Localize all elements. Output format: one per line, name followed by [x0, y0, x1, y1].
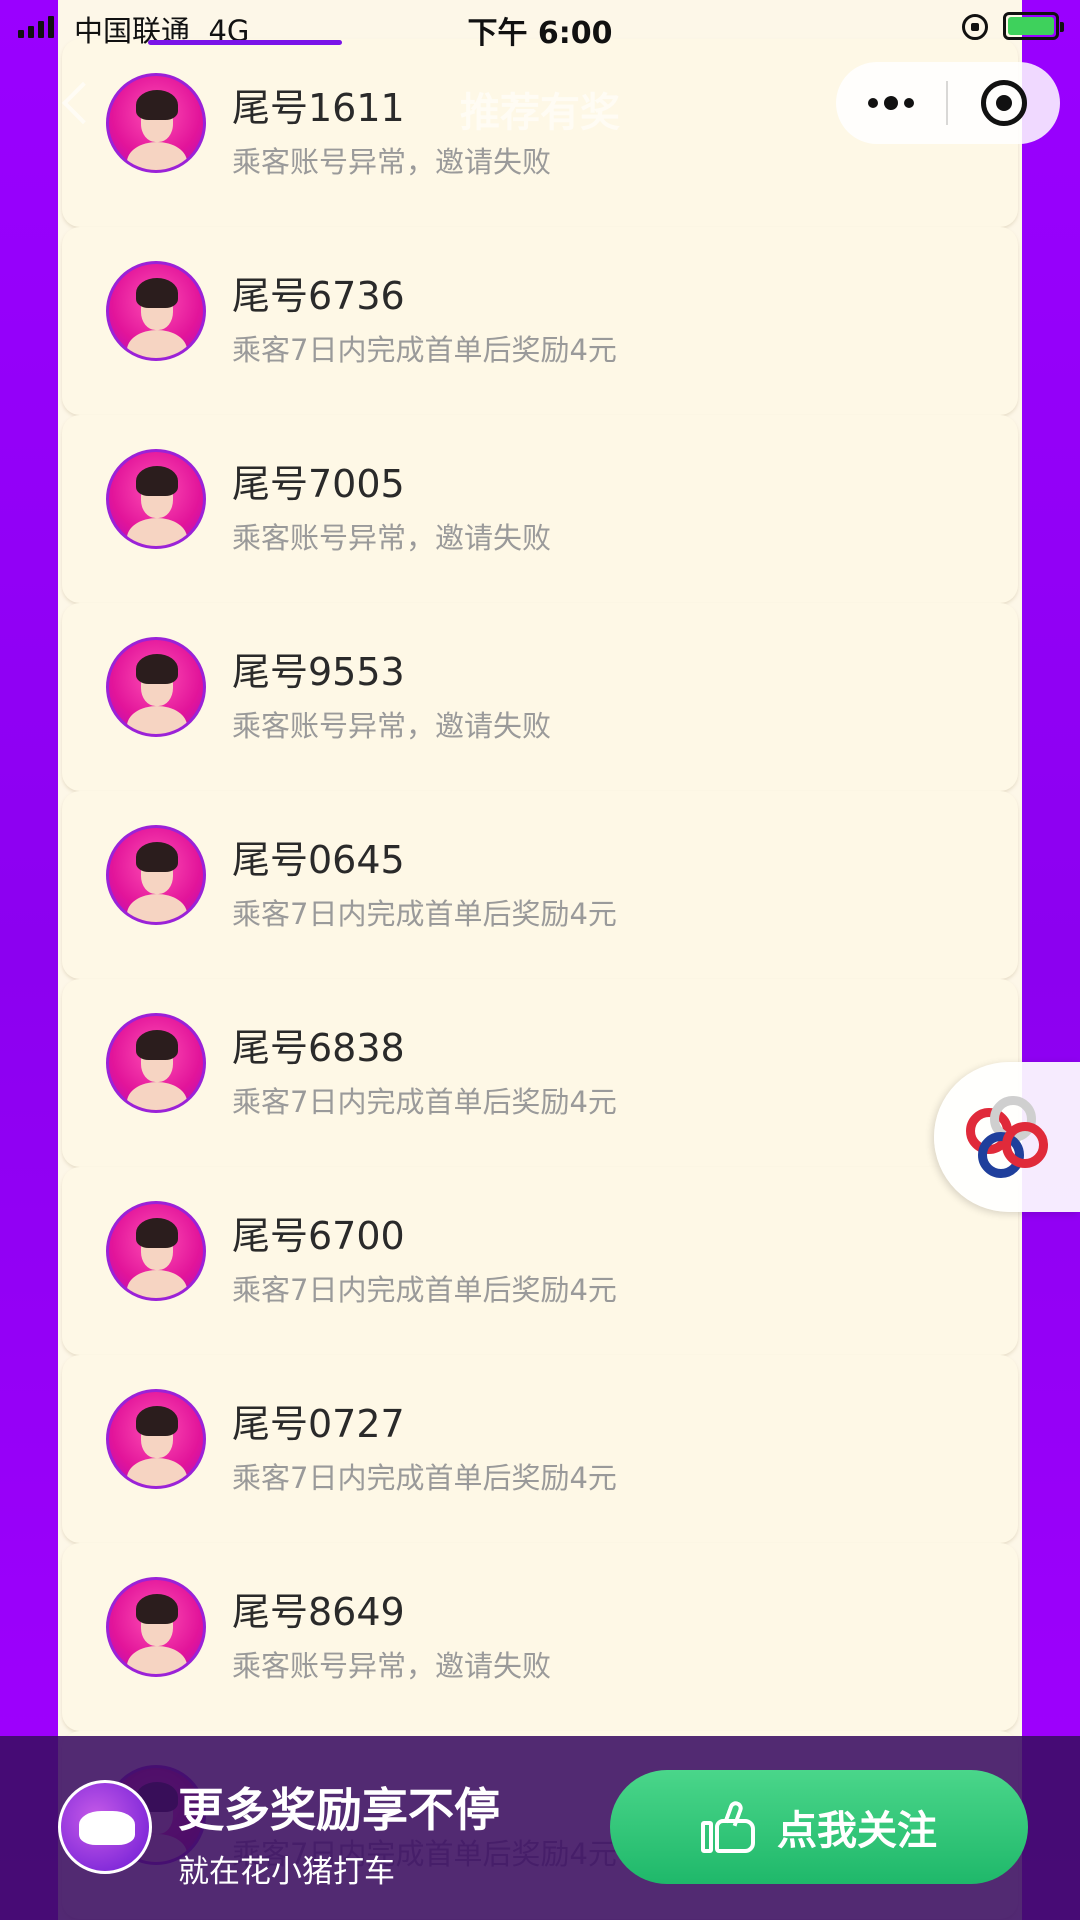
avatar: [106, 1013, 206, 1113]
pig-logo-icon: [58, 1780, 152, 1874]
invite-status: 乘客账号异常，邀请失败: [232, 709, 552, 743]
invite-name: 尾号6838: [232, 1026, 405, 1070]
promo-title: 更多奖励享不停: [178, 1783, 500, 1837]
invite-name: 尾号0645: [232, 838, 405, 882]
invite-name: 尾号7005: [232, 462, 405, 506]
invite-list-item[interactable]: 尾号6736 乘客7日内完成首单后奖励4元: [62, 227, 1018, 415]
promo-banner: 更多奖励享不停 就在花小猪打车 点我关注: [0, 1736, 1080, 1920]
floating-app-button[interactable]: [934, 1062, 1080, 1212]
invite-list-item[interactable]: 尾号0645 乘客7日内完成首单后奖励4元: [62, 791, 1018, 979]
invite-status: 乘客7日内完成首单后奖励4元: [232, 897, 617, 931]
close-icon[interactable]: [948, 62, 1060, 144]
invite-status: 乘客7日内完成首单后奖励4元: [232, 1461, 617, 1495]
invite-list-panel[interactable]: 尾号1611 乘客账号异常，邀请失败 尾号6736 乘客7日内完成首单后奖励4元 尾号7…: [58, 0, 1022, 1920]
invite-name: 尾号6736: [232, 274, 405, 318]
loading-progress-bar: [148, 40, 342, 45]
battery-icon: [1003, 12, 1064, 40]
app-logo-icon: [960, 1090, 1056, 1186]
promo-subtitle: 就在花小猪打车: [178, 1854, 395, 1890]
avatar: [106, 825, 206, 925]
status-bar: 中国联通 4G 下午 6:00: [0, 0, 1080, 51]
invite-list-item[interactable]: 尾号7005 乘客账号异常，邀请失败: [62, 415, 1018, 603]
invite-status: 乘客7日内完成首单后奖励4元: [232, 1273, 617, 1307]
invite-list-item[interactable]: 尾号6838 乘客7日内完成首单后奖励4元: [62, 979, 1018, 1167]
status-time: 下午 6:00: [467, 16, 613, 51]
invite-status: 乘客账号异常，邀请失败: [232, 521, 552, 555]
invite-list-item[interactable]: 尾号8649 乘客账号异常，邀请失败: [62, 1543, 1018, 1731]
thumbs-up-icon: [701, 1799, 759, 1853]
invite-name: 尾号6700: [232, 1214, 405, 1258]
avatar: [106, 1389, 206, 1489]
follow-button[interactable]: 点我关注: [610, 1770, 1028, 1884]
avatar: [106, 261, 206, 361]
invite-name: 尾号9553: [232, 650, 405, 694]
invite-name: 尾号0727: [232, 1402, 405, 1446]
invite-list-item[interactable]: 尾号6700 乘客7日内完成首单后奖励4元: [62, 1167, 1018, 1355]
miniprogram-capsule: [836, 62, 1060, 144]
follow-button-label: 点我关注: [777, 1808, 937, 1854]
avatar: [106, 1577, 206, 1677]
avatar: [106, 1201, 206, 1301]
invite-list-item[interactable]: 尾号0727 乘客7日内完成首单后奖励4元: [62, 1355, 1018, 1543]
invite-status: 乘客7日内完成首单后奖励4元: [232, 1085, 617, 1119]
more-icon[interactable]: [836, 62, 946, 144]
avatar: [106, 449, 206, 549]
invite-list-item[interactable]: 尾号9553 乘客账号异常，邀请失败: [62, 603, 1018, 791]
avatar: [106, 637, 206, 737]
invite-name: 尾号8649: [232, 1590, 405, 1634]
invite-status: 乘客7日内完成首单后奖励4元: [232, 333, 617, 367]
rotation-lock-icon: [962, 14, 988, 40]
invite-status: 乘客账号异常，邀请失败: [232, 1649, 552, 1683]
